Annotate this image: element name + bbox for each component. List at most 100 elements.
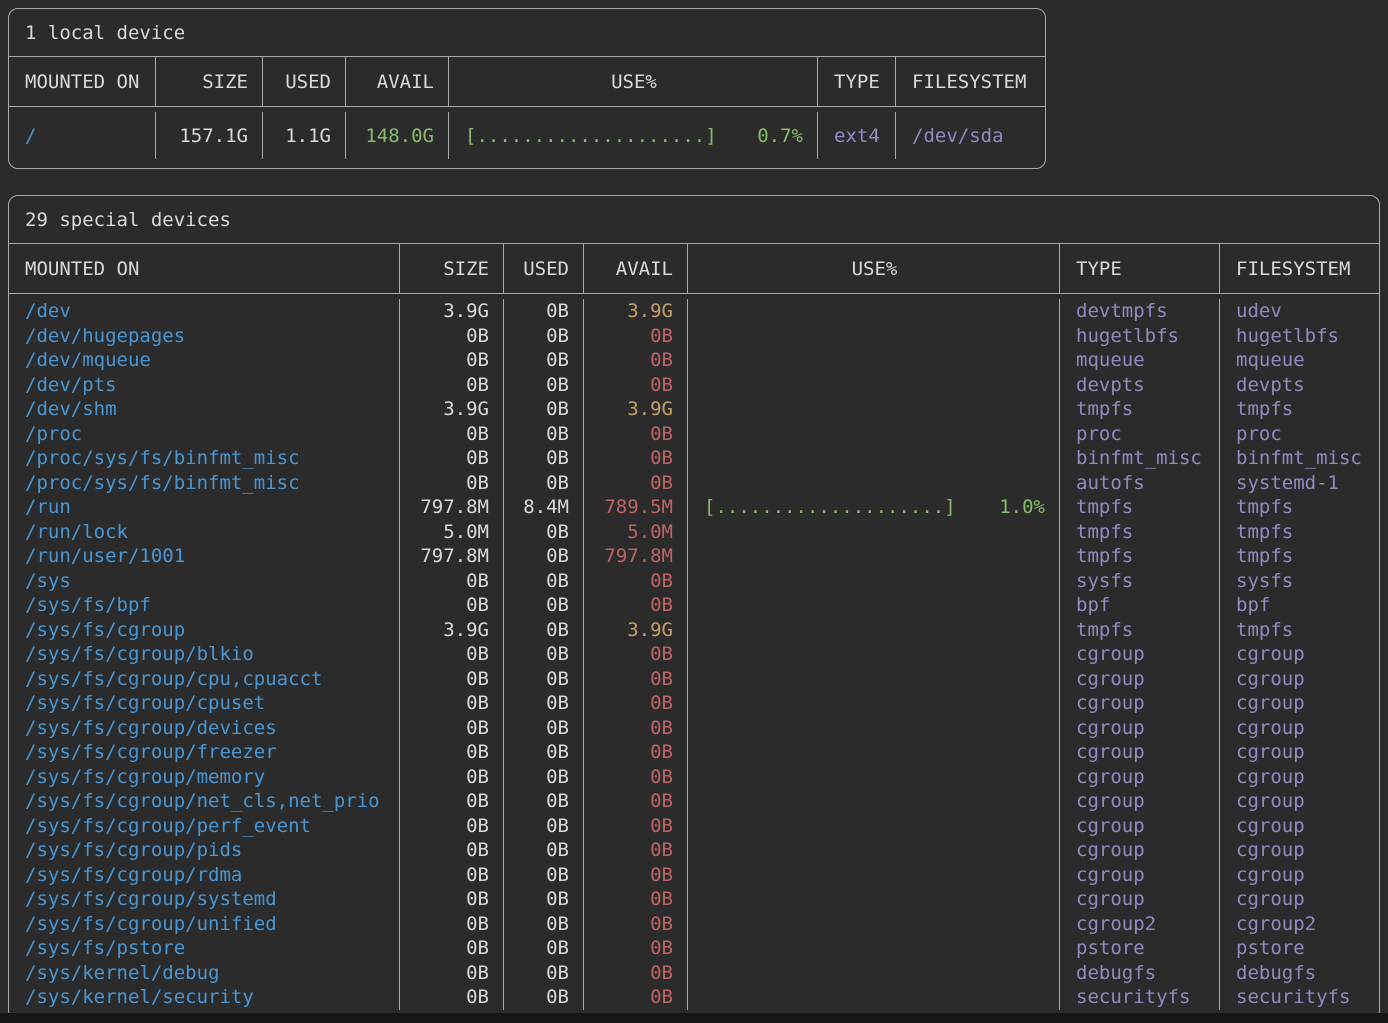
- used-cell: 0B: [504, 471, 584, 496]
- size-cell: 0B: [400, 348, 504, 373]
- filesystem-cell: cgroup: [1220, 887, 1379, 912]
- type-cell: cgroup: [1060, 740, 1220, 765]
- size-cell: 5.0M: [400, 520, 504, 545]
- use-percent-cell: [688, 789, 1060, 814]
- avail-cell: 3.9G: [584, 618, 688, 643]
- filesystem-cell: debugfs: [1220, 961, 1379, 986]
- used-cell: 0B: [504, 838, 584, 863]
- mount-point-cell: /proc/sys/fs/binfmt_misc: [9, 471, 400, 496]
- type-cell: bpf: [1060, 593, 1220, 618]
- avail-cell: 0B: [584, 691, 688, 716]
- avail-cell: 0B: [584, 716, 688, 741]
- usage-percent: 0.7%: [757, 125, 803, 147]
- mount-point-cell: /sys/fs/cgroup/freezer: [9, 740, 400, 765]
- avail-cell: 3.9G: [584, 397, 688, 422]
- used-cell: 0B: [504, 716, 584, 741]
- type-cell: debugfs: [1060, 961, 1220, 986]
- use-percent-cell: [....................]1.0%: [688, 495, 1060, 520]
- special-devices-title: 29 special devices: [9, 196, 1379, 244]
- type-cell: cgroup: [1060, 863, 1220, 888]
- filesystem-cell: cgroup: [1220, 863, 1379, 888]
- avail-cell: 0B: [584, 961, 688, 986]
- size-cell: 0B: [400, 642, 504, 667]
- filesystem-cell: cgroup: [1220, 838, 1379, 863]
- filesystem-cell: cgroup: [1220, 789, 1379, 814]
- mount-point-cell: /dev/shm: [9, 397, 400, 422]
- avail-cell: 0B: [584, 569, 688, 594]
- mount-point-cell: /proc: [9, 422, 400, 447]
- column-header-use-: USE%: [449, 57, 818, 106]
- avail-cell: 0B: [584, 348, 688, 373]
- usage-percent: 1.0%: [999, 496, 1045, 518]
- use-percent-cell: [688, 569, 1060, 594]
- size-cell: 3.9G: [400, 618, 504, 643]
- column-header-mounted-on: MOUNTED ON: [9, 57, 156, 106]
- size-cell: 0B: [400, 691, 504, 716]
- used-cell: 0B: [504, 348, 584, 373]
- used-cell: 0B: [504, 740, 584, 765]
- filesystem-cell: tmpfs: [1220, 520, 1379, 545]
- mount-point-cell: /proc/sys/fs/binfmt_misc: [9, 446, 400, 471]
- size-cell: 0B: [400, 936, 504, 961]
- mount-point-cell: /sys/fs/cgroup/cpuset: [9, 691, 400, 716]
- avail-cell: 0B: [584, 642, 688, 667]
- table-row: /sys/fs/cgroup/freezer0B0B0Bcgroupcgroup: [9, 740, 1379, 765]
- table-row: /sys/fs/cgroup/cpuset0B0B0Bcgroupcgroup: [9, 691, 1379, 716]
- used-cell: 8.4M: [504, 495, 584, 520]
- mount-point-cell: /sys/fs/cgroup/devices: [9, 716, 400, 741]
- mount-point-cell: /dev/pts: [9, 373, 400, 398]
- used-cell: 1.1G: [263, 112, 346, 159]
- column-header-use-: USE%: [688, 244, 1060, 293]
- type-cell: cgroup: [1060, 642, 1220, 667]
- use-percent-cell: [688, 446, 1060, 471]
- avail-cell: 148.0G: [346, 112, 449, 159]
- size-cell: 0B: [400, 863, 504, 888]
- table-row: /sys/fs/cgroup/perf_event0B0B0Bcgroupcgr…: [9, 814, 1379, 839]
- avail-cell: 0B: [584, 814, 688, 839]
- type-cell: sysfs: [1060, 569, 1220, 594]
- avail-cell: 0B: [584, 765, 688, 790]
- column-header-type: TYPE: [1060, 244, 1220, 293]
- avail-cell: 0B: [584, 936, 688, 961]
- filesystem-cell: bpf: [1220, 593, 1379, 618]
- avail-cell: 0B: [584, 373, 688, 398]
- used-cell: 0B: [504, 373, 584, 398]
- type-cell: ext4: [818, 112, 896, 159]
- type-cell: hugetlbfs: [1060, 324, 1220, 349]
- avail-cell: 0B: [584, 789, 688, 814]
- mount-point-cell: /sys/fs/cgroup/memory: [9, 765, 400, 790]
- table-row: /sys/fs/cgroup3.9G0B3.9Gtmpfstmpfs: [9, 618, 1379, 643]
- size-cell: 0B: [400, 716, 504, 741]
- size-cell: 0B: [400, 912, 504, 937]
- type-cell: cgroup: [1060, 814, 1220, 839]
- avail-cell: 0B: [584, 985, 688, 1010]
- column-header-filesystem: FILESYSTEM: [896, 57, 1045, 106]
- table-row: /proc/sys/fs/binfmt_misc0B0B0Bautofssyst…: [9, 471, 1379, 496]
- column-header-mounted-on: MOUNTED ON: [9, 244, 400, 293]
- avail-cell: 0B: [584, 838, 688, 863]
- use-percent-cell: [688, 593, 1060, 618]
- filesystem-cell: pstore: [1220, 936, 1379, 961]
- column-header-size: SIZE: [400, 244, 504, 293]
- use-percent-cell: [688, 961, 1060, 986]
- filesystem-cell: hugetlbfs: [1220, 324, 1379, 349]
- usage-bar: [....................]: [465, 125, 717, 147]
- size-cell: 0B: [400, 373, 504, 398]
- avail-cell: 3.9G: [584, 299, 688, 324]
- local-devices-header-row: MOUNTED ONSIZEUSEDAVAILUSE%TYPEFILESYSTE…: [9, 57, 1045, 107]
- use-percent-cell: [688, 863, 1060, 888]
- filesystem-cell: cgroup: [1220, 716, 1379, 741]
- special-devices-body: /dev3.9G0B3.9Gdevtmpfsudev/dev/hugepages…: [9, 294, 1379, 1019]
- special-devices-header-row: MOUNTED ONSIZEUSEDAVAILUSE%TYPEFILESYSTE…: [9, 244, 1379, 294]
- size-cell: 0B: [400, 422, 504, 447]
- used-cell: 0B: [504, 887, 584, 912]
- used-cell: 0B: [504, 544, 584, 569]
- type-cell: autofs: [1060, 471, 1220, 496]
- used-cell: 0B: [504, 324, 584, 349]
- size-cell: 0B: [400, 740, 504, 765]
- terminal-output: 1 local device MOUNTED ONSIZEUSEDAVAILUS…: [0, 0, 1388, 1023]
- type-cell: tmpfs: [1060, 495, 1220, 520]
- mount-point-cell: /sys/fs/cgroup/pids: [9, 838, 400, 863]
- local-devices-body: /157.1G1.1G148.0G[....................]0…: [9, 107, 1045, 168]
- mount-point-cell: /sys/kernel/debug: [9, 961, 400, 986]
